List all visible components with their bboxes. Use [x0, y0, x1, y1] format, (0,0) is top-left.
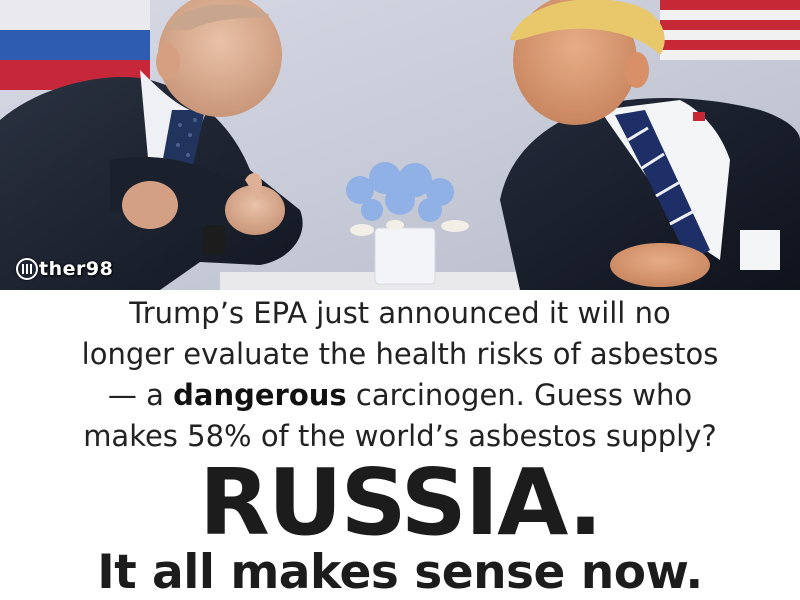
photo: ther98 — [0, 0, 800, 290]
caption-emphasis: dangerous — [173, 378, 347, 412]
watermark-text: ther98 — [39, 258, 114, 280]
meme-card: ther98 Trump’s EPA just announced it wil… — [0, 0, 800, 600]
headline: RUSSIA. — [198, 449, 603, 556]
caption: Trump’s EPA just announced it will no lo… — [0, 290, 800, 457]
caption-line-3: — a dangerous carcinogen. Guess who — [0, 375, 800, 416]
tagline: It all makes sense now. — [97, 545, 703, 600]
two-men-at-table-photo — [0, 0, 800, 290]
flag-circle-icon — [16, 258, 38, 280]
caption-line-2: longer evaluate the health risks of asbe… — [81, 337, 719, 371]
watermark: ther98 — [16, 258, 113, 280]
caption-line-1: Trump’s EPA just announced it will no — [129, 296, 671, 330]
caption-line-3-prefix: — a — [107, 378, 174, 412]
caption-line-3-suffix: carcinogen. Guess who — [346, 378, 693, 412]
